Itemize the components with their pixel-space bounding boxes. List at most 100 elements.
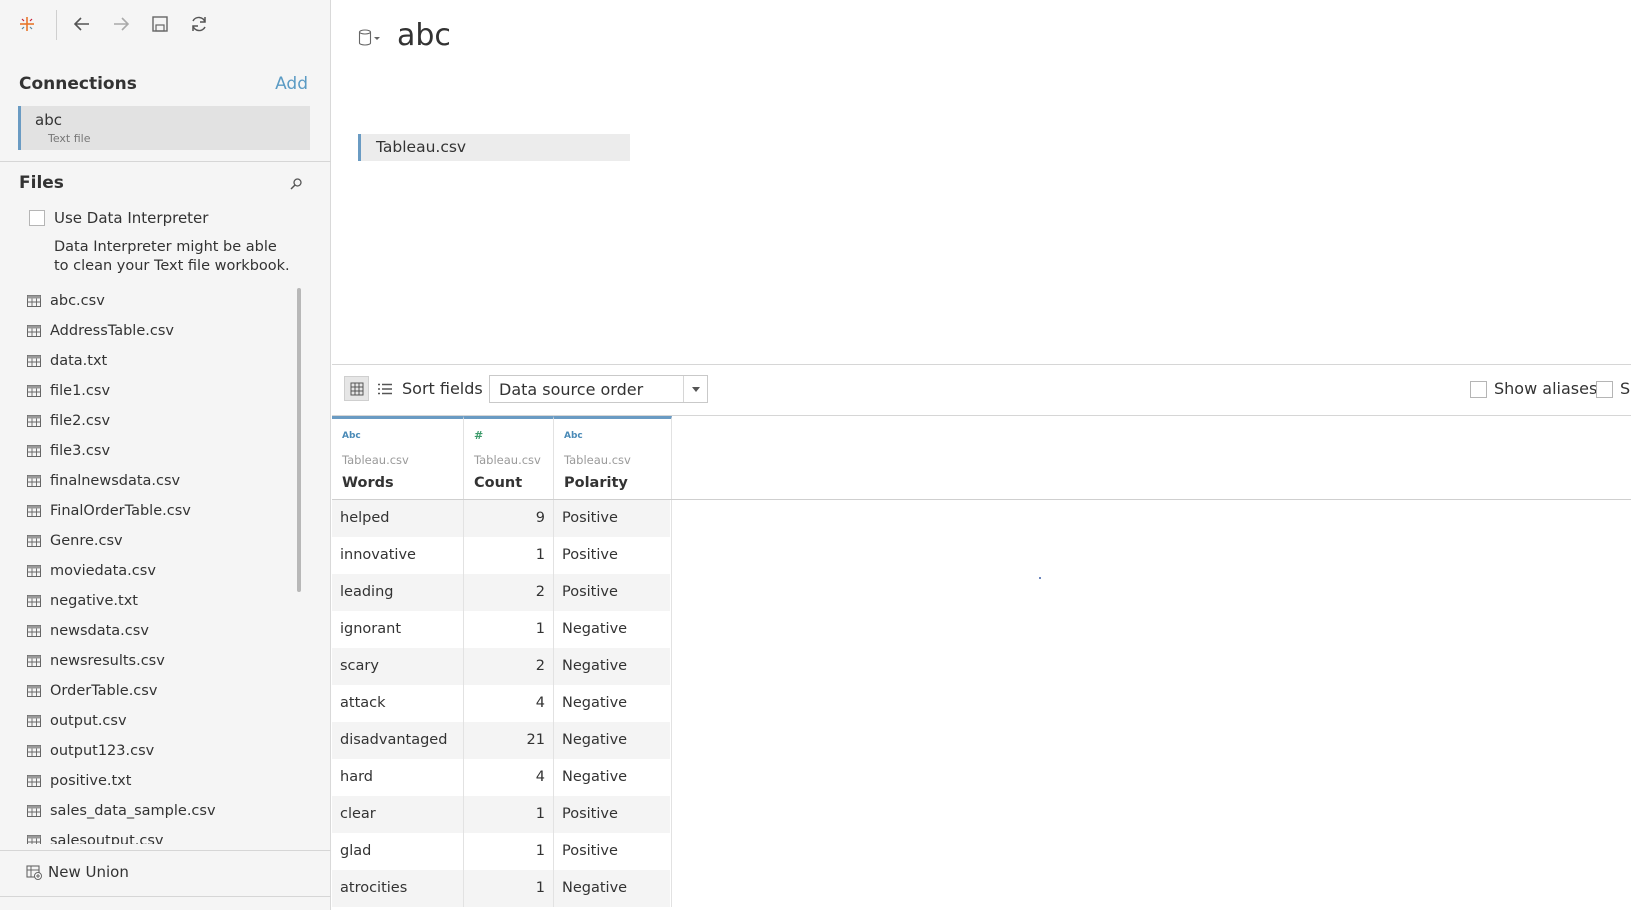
toolbar-separator bbox=[56, 10, 57, 40]
sidebar: Connections Add abc Text file Files Use … bbox=[0, 0, 331, 910]
table-cell[interactable]: 4 bbox=[464, 759, 554, 796]
canvas-table-label: Tableau.csv bbox=[376, 138, 467, 156]
file-item[interactable]: sales_data_sample.csv bbox=[0, 796, 300, 826]
data-grid: helped 9 Positive innovative 1 Positive leadin… bbox=[332, 416, 1631, 910]
table-icon bbox=[27, 445, 41, 457]
table-cell[interactable]: Positive bbox=[554, 500, 672, 537]
table-cell[interactable]: 1 bbox=[464, 611, 554, 648]
file-item[interactable]: data.txt bbox=[0, 346, 300, 376]
table-cell[interactable]: Positive bbox=[554, 796, 672, 833]
show-hidden-fields-checkbox[interactable] bbox=[1596, 381, 1613, 398]
table-cell[interactable]: disadvantaged bbox=[332, 722, 464, 759]
file-item[interactable]: negative.txt bbox=[0, 586, 300, 616]
file-item[interactable]: file3.csv bbox=[0, 436, 300, 466]
file-item[interactable]: newsdata.csv bbox=[0, 616, 300, 646]
file-name: positive.txt bbox=[50, 773, 132, 789]
number-type-icon[interactable]: # bbox=[474, 429, 483, 442]
datasource-icon[interactable] bbox=[357, 28, 383, 52]
file-item[interactable]: salesoutput.csv bbox=[0, 826, 300, 844]
table-cell[interactable]: 4 bbox=[464, 685, 554, 722]
table-cell[interactable]: Negative bbox=[554, 722, 672, 759]
table-cell[interactable]: Positive bbox=[554, 537, 672, 574]
column-header[interactable]: # Tableau.csv Count bbox=[464, 416, 554, 499]
table-cell[interactable]: 2 bbox=[464, 574, 554, 611]
sidebar-divider-bottom bbox=[0, 850, 331, 851]
table-cell[interactable]: clear bbox=[332, 796, 464, 833]
table-cell[interactable]: innovative bbox=[332, 537, 464, 574]
table-cell[interactable]: leading bbox=[332, 574, 464, 611]
file-name: finalnewsdata.csv bbox=[50, 473, 181, 489]
connection-item[interactable]: abc Text file bbox=[18, 106, 310, 150]
forward-arrow-icon[interactable] bbox=[109, 12, 133, 36]
file-name: file3.csv bbox=[50, 443, 111, 459]
datasource-title[interactable]: abc bbox=[397, 18, 451, 53]
file-item[interactable]: FinalOrderTable.csv bbox=[0, 496, 300, 526]
file-item[interactable]: positive.txt bbox=[0, 766, 300, 796]
string-type-icon[interactable]: Abc bbox=[342, 431, 361, 441]
grid-view-icon[interactable] bbox=[344, 376, 369, 401]
use-data-interpreter-checkbox[interactable] bbox=[29, 210, 45, 226]
file-item[interactable]: newsresults.csv bbox=[0, 646, 300, 676]
file-item[interactable]: finalnewsdata.csv bbox=[0, 466, 300, 496]
table-cell[interactable]: ignorant bbox=[332, 611, 464, 648]
tableau-logo-icon[interactable] bbox=[15, 12, 39, 36]
table-cell[interactable]: atrocities bbox=[332, 870, 464, 907]
back-arrow-icon[interactable] bbox=[70, 12, 94, 36]
file-item[interactable]: file2.csv bbox=[0, 406, 300, 436]
column-name: Words bbox=[342, 475, 394, 491]
file-name: FinalOrderTable.csv bbox=[50, 503, 191, 519]
table-cell[interactable]: glad bbox=[332, 833, 464, 870]
file-item[interactable]: OrderTable.csv bbox=[0, 676, 300, 706]
table-cell[interactable]: 1 bbox=[464, 796, 554, 833]
table-icon bbox=[27, 625, 41, 637]
files-title: Files bbox=[19, 173, 64, 193]
file-item[interactable]: file1.csv bbox=[0, 376, 300, 406]
table-cell[interactable]: 1 bbox=[464, 537, 554, 574]
table-cell[interactable]: Negative bbox=[554, 870, 672, 907]
column-header[interactable]: Abc Tableau.csv Words bbox=[332, 416, 464, 499]
refresh-icon[interactable] bbox=[187, 12, 211, 36]
search-icon[interactable] bbox=[288, 176, 304, 192]
show-aliases-checkbox[interactable] bbox=[1470, 381, 1487, 398]
file-item[interactable]: Genre.csv bbox=[0, 526, 300, 556]
list-view-icon[interactable] bbox=[374, 376, 396, 401]
table-cell[interactable]: Negative bbox=[554, 759, 672, 796]
file-name: output123.csv bbox=[50, 743, 155, 759]
add-connection-link[interactable]: Add bbox=[275, 74, 308, 94]
connection-name: abc bbox=[35, 111, 62, 129]
table-icon bbox=[27, 355, 41, 367]
file-item[interactable]: abc.csv bbox=[0, 286, 300, 316]
table-cell[interactable]: 1 bbox=[464, 833, 554, 870]
file-item[interactable]: output.csv bbox=[0, 706, 300, 736]
table-cell[interactable]: attack bbox=[332, 685, 464, 722]
string-type-icon[interactable]: Abc bbox=[564, 431, 583, 441]
sort-fields-dropdown[interactable]: Data source order bbox=[489, 375, 708, 403]
table-cell[interactable]: 2 bbox=[464, 648, 554, 685]
column-header[interactable]: Abc Tableau.csv Polarity bbox=[554, 416, 672, 499]
table-cell[interactable]: 1 bbox=[464, 870, 554, 907]
table-cell[interactable]: Negative bbox=[554, 685, 672, 722]
file-item[interactable]: moviedata.csv bbox=[0, 556, 300, 586]
save-icon[interactable] bbox=[148, 12, 172, 36]
table-cell[interactable]: Negative bbox=[554, 611, 672, 648]
file-list: abc.csv AddressTable.csv data.txt file1.csv… bbox=[0, 286, 300, 844]
table-cell[interactable]: 9 bbox=[464, 500, 554, 537]
data-interpreter-description: Data Interpreter might be able to clean … bbox=[54, 239, 290, 274]
show-hidden-fields-label: Sh bbox=[1620, 379, 1631, 398]
file-item[interactable]: AddressTable.csv bbox=[0, 316, 300, 346]
table-cell[interactable]: hard bbox=[332, 759, 464, 796]
canvas-table-tableau-csv[interactable]: Tableau.csv bbox=[358, 134, 630, 161]
file-name: output.csv bbox=[50, 713, 127, 729]
table-cell[interactable]: 21 bbox=[464, 722, 554, 759]
table-cell[interactable]: scary bbox=[332, 648, 464, 685]
table-cell[interactable]: helped bbox=[332, 500, 464, 537]
file-list-scrollbar[interactable] bbox=[297, 288, 301, 592]
table-cell[interactable]: Positive bbox=[554, 574, 672, 611]
table-cell[interactable]: Negative bbox=[554, 648, 672, 685]
new-union-button[interactable]: New Union bbox=[26, 863, 129, 881]
file-item[interactable]: output123.csv bbox=[0, 736, 300, 766]
top-toolbar bbox=[0, 0, 331, 48]
table-cell[interactable]: Positive bbox=[554, 833, 672, 870]
table-icon bbox=[27, 505, 41, 517]
table-icon bbox=[27, 385, 41, 397]
